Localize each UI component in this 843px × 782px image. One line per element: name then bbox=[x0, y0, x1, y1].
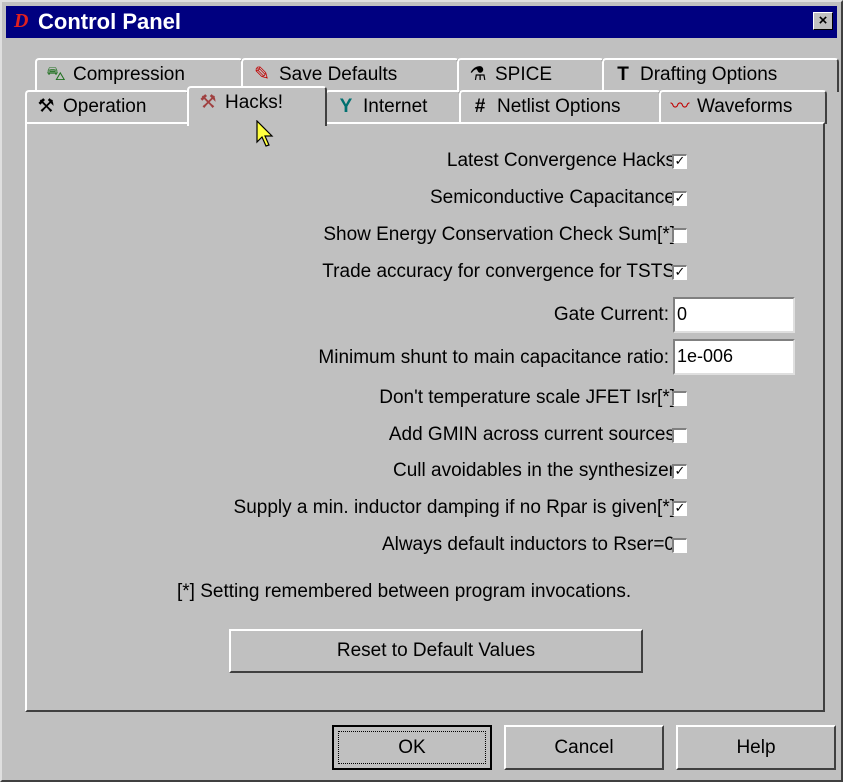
semiconductive-capacitance-checkbox[interactable]: ✓ bbox=[672, 191, 687, 206]
grid-icon: # bbox=[474, 96, 486, 117]
option-label: Cull avoidables in the synthesizer bbox=[393, 460, 675, 481]
factory-icon: ⚒ bbox=[37, 96, 55, 117]
tab-internet[interactable]: Y Internet bbox=[325, 90, 461, 124]
compression-icon: ⛍ bbox=[46, 64, 66, 85]
footnote-text: [*] Setting remembered between program i… bbox=[177, 581, 632, 602]
check-icon: ✓ bbox=[674, 501, 686, 516]
tab-label: Netlist Options bbox=[497, 96, 621, 117]
tab-netlist-options[interactable]: # Netlist Options bbox=[459, 90, 661, 124]
gate-current-field[interactable]: 0 bbox=[673, 297, 795, 333]
option-label: Supply a min. inductor damping if no Rpa… bbox=[233, 497, 675, 518]
window-title: Control Panel bbox=[38, 9, 182, 34]
option-label: Semiconductive Capacitance bbox=[429, 187, 675, 208]
hammer-icon: ⚒ bbox=[199, 92, 217, 113]
gmin-current-sources-checkbox[interactable] bbox=[672, 428, 687, 443]
tab-drafting-options[interactable]: T Drafting Options bbox=[602, 58, 839, 92]
tab-operation[interactable]: ⚒ Operation bbox=[25, 90, 189, 124]
ok-button[interactable]: OK bbox=[332, 725, 492, 770]
tab-label: Hacks! bbox=[225, 92, 284, 113]
close-button[interactable]: × bbox=[813, 12, 833, 30]
inductor-damping-checkbox[interactable]: ✓ bbox=[672, 501, 687, 516]
rser-zero-checkbox[interactable] bbox=[672, 538, 687, 553]
latest-convergence-hacks-checkbox[interactable]: ✓ bbox=[672, 154, 687, 169]
gate-current-label: Gate Current: bbox=[553, 304, 669, 325]
tab-label: Internet bbox=[363, 96, 428, 117]
tab-waveforms[interactable]: 〰 Waveforms bbox=[659, 90, 827, 124]
cancel-button[interactable]: Cancel bbox=[504, 725, 664, 770]
tab-label: SPICE bbox=[495, 64, 553, 85]
spice-icon: ⚗ bbox=[469, 64, 487, 85]
title-bar[interactable]: D Control Panel × bbox=[6, 6, 837, 38]
option-label: Add GMIN across current sources bbox=[388, 424, 675, 445]
tab-label: Operation bbox=[63, 96, 147, 117]
energy-check-sum-checkbox[interactable] bbox=[672, 228, 687, 243]
cull-avoidables-checkbox[interactable]: ✓ bbox=[672, 464, 687, 479]
tab-label: Drafting Options bbox=[640, 64, 778, 85]
waveform-icon: 〰 bbox=[670, 96, 690, 117]
tab-label: Waveforms bbox=[697, 96, 793, 117]
trade-accuracy-tsts-checkbox[interactable]: ✓ bbox=[672, 265, 687, 280]
jfet-isr-scale-checkbox[interactable] bbox=[672, 391, 687, 406]
internet-icon: Y bbox=[339, 96, 353, 117]
reset-defaults-button[interactable]: Reset to Default Values bbox=[229, 629, 643, 673]
min-shunt-ratio-field[interactable]: 1e-006 bbox=[673, 339, 795, 375]
ok-button-label: OK bbox=[338, 731, 486, 764]
tab-label: Save Defaults bbox=[279, 64, 398, 85]
hacks-tab-panel: Latest Convergence Hacks ✓ Semiconductiv… bbox=[25, 122, 825, 712]
app-icon: D bbox=[14, 10, 29, 32]
tab-spice[interactable]: ⚗ SPICE bbox=[457, 58, 604, 92]
option-label: Latest Convergence Hacks bbox=[446, 150, 675, 171]
option-label: Always default inductors to Rser=0 bbox=[381, 534, 675, 555]
help-button[interactable]: Help bbox=[676, 725, 836, 770]
check-icon: ✓ bbox=[674, 265, 686, 280]
min-shunt-label: Minimum shunt to main capacitance ratio: bbox=[318, 347, 669, 368]
control-panel-window: D Control Panel × ⛍ Compression ✎ Save Def… bbox=[0, 0, 843, 782]
check-icon: ✓ bbox=[674, 464, 686, 479]
option-label: Show Energy Conservation Check Sum[*] bbox=[323, 224, 675, 245]
check-icon: ✓ bbox=[674, 154, 686, 169]
option-label: Trade accuracy for convergence for TSTS bbox=[322, 261, 675, 282]
close-icon: × bbox=[818, 12, 828, 29]
check-icon: ✓ bbox=[674, 191, 686, 206]
tab-label: Compression bbox=[73, 64, 185, 85]
option-label: Don't temperature scale JFET Isr[*] bbox=[379, 387, 675, 408]
mouse-pointer-icon bbox=[256, 120, 274, 147]
t-square-icon: T bbox=[617, 64, 629, 85]
